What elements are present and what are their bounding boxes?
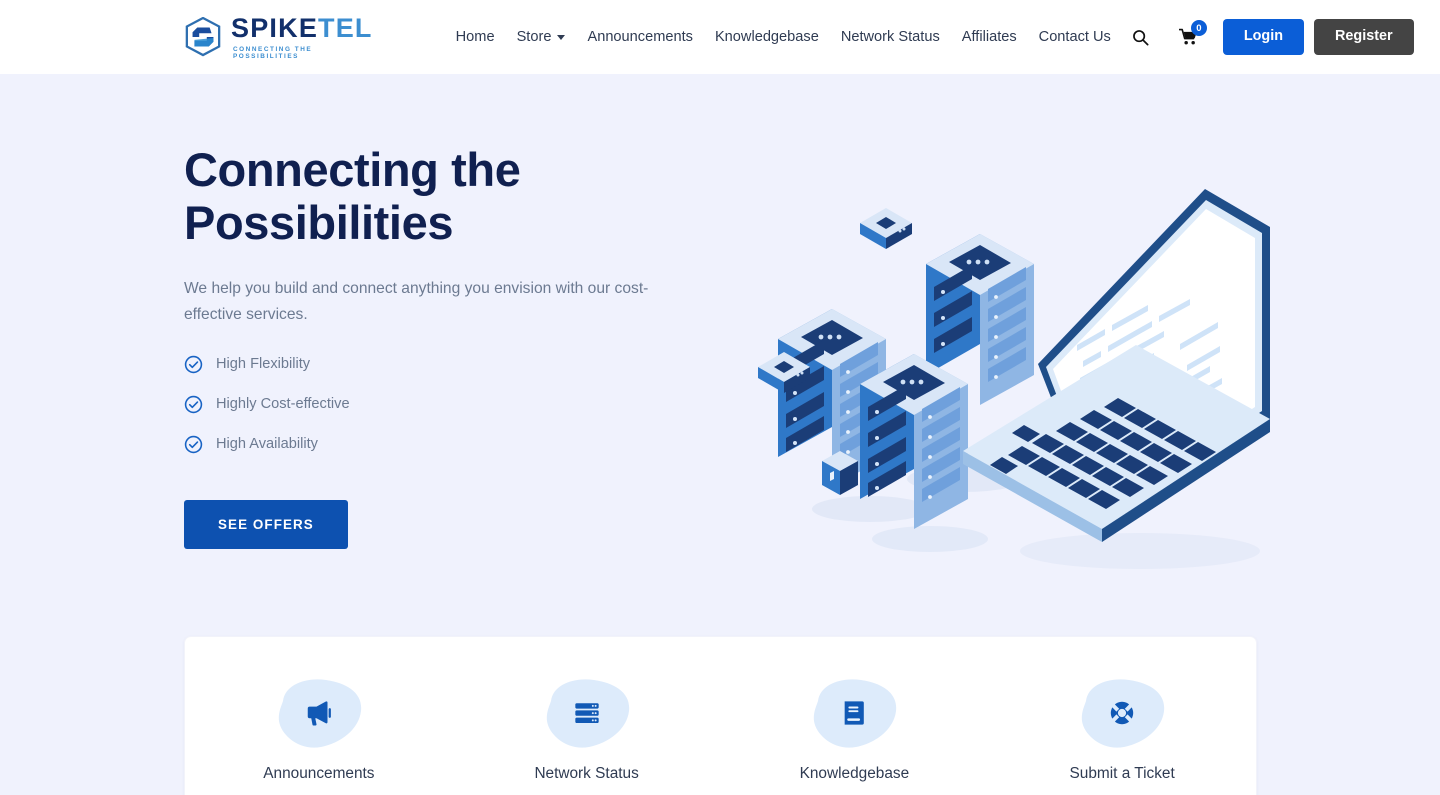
logo-text: SPIKETEL CONNECTING THE POSSIBILITIES xyxy=(231,12,373,60)
feature-label: High Flexibility xyxy=(216,356,311,373)
hero-title-line-1: Connecting the xyxy=(184,143,521,196)
quick-link-label: Submit a Ticket xyxy=(1069,764,1175,782)
icon-blob xyxy=(806,677,902,749)
nav-label: Home xyxy=(455,29,495,45)
register-button[interactable]: Register xyxy=(1314,19,1414,55)
quick-link-label: Announcements xyxy=(263,764,375,782)
hero-subtitle: We help you build and connect anything y… xyxy=(184,280,649,323)
nav-label: Store xyxy=(516,29,552,45)
book-icon xyxy=(806,677,902,749)
nav-label: Knowledgebase xyxy=(714,29,819,45)
nav-label: Announcements xyxy=(587,29,693,45)
logo-name-secondary: TEL xyxy=(318,12,373,43)
search-button[interactable] xyxy=(1122,18,1160,56)
nav-item-network-status[interactable]: Network Status xyxy=(830,29,951,45)
logo[interactable]: SPIKETEL CONNECTING THE POSSIBILITIES xyxy=(184,12,373,60)
nav-item-announcements[interactable]: Announcements xyxy=(576,29,703,45)
main-navigation: Home Store Announcements Knowledgebase N… xyxy=(445,29,1122,45)
nav-label: Contact Us xyxy=(1038,29,1111,45)
hero-feature-list: High Flexibility Highly Cost-effective H… xyxy=(184,355,1256,454)
quick-link-network-status[interactable]: Network Status xyxy=(453,677,721,783)
feature-item-high-flexibility: High Flexibility xyxy=(184,355,1256,374)
header-actions: 0 Login Register xyxy=(1122,18,1414,56)
check-circle-icon xyxy=(184,395,203,413)
icon-blob xyxy=(1074,677,1170,749)
server-stack-icon xyxy=(539,677,635,749)
hero-title-line-2: Possibilities xyxy=(184,195,454,249)
megaphone-icon xyxy=(271,677,367,749)
feature-label: High Availability xyxy=(216,436,318,453)
cart-count-badge: 0 xyxy=(1190,20,1207,36)
nav-item-store[interactable]: Store xyxy=(506,29,577,45)
spiketel-hexagon-s-logo-icon xyxy=(185,17,221,57)
feature-item-high-availability: High Availability xyxy=(184,435,1256,454)
feature-item-highly-cost-effective: Highly Cost-effective xyxy=(184,395,1256,414)
quick-link-submit-a-ticket[interactable]: Submit a Ticket xyxy=(988,677,1256,783)
nav-label: Affiliates xyxy=(961,29,1017,45)
network-node-top xyxy=(860,208,912,249)
chevron-down-icon xyxy=(557,34,566,40)
site-header: SPIKETEL CONNECTING THE POSSIBILITIES Ho… xyxy=(0,0,1440,74)
page-title: Connecting the Possibilities xyxy=(184,74,744,249)
nav-item-knowledgebase[interactable]: Knowledgebase xyxy=(704,29,830,45)
nav-item-home[interactable]: Home xyxy=(445,29,506,45)
see-offers-button[interactable]: SEE OFFERS xyxy=(184,499,348,549)
quick-link-label: Network Status xyxy=(534,764,639,782)
icon-blob xyxy=(271,677,367,749)
nav-item-contact-us[interactable]: Contact Us xyxy=(1028,29,1122,45)
nav-label: Network Status xyxy=(840,29,940,45)
icon-blob xyxy=(539,677,635,749)
login-button[interactable]: Login xyxy=(1222,19,1305,55)
cart-button[interactable]: 0 xyxy=(1170,18,1208,56)
logo-tagline: CONNECTING THE POSSIBILITIES xyxy=(233,45,313,60)
network-cube-bottom xyxy=(822,451,858,495)
feature-label: Highly Cost-effective xyxy=(216,396,350,413)
quick-links-card: Announcements Network Status Knowledgeba… xyxy=(184,636,1257,795)
quick-link-label: Knowledgebase xyxy=(799,764,910,782)
check-circle-icon xyxy=(184,435,203,453)
nav-item-affiliates[interactable]: Affiliates xyxy=(951,29,1028,45)
quick-link-announcements[interactable]: Announcements xyxy=(185,677,453,783)
logo-name-primary: SPIKE xyxy=(231,12,319,43)
lifebuoy-support-icon xyxy=(1074,677,1170,749)
check-circle-icon xyxy=(184,355,203,373)
search-icon xyxy=(1133,29,1149,45)
quick-link-knowledgebase[interactable]: Knowledgebase xyxy=(721,677,989,783)
hero-section: Connecting the Possibilities We help you… xyxy=(0,74,1440,795)
